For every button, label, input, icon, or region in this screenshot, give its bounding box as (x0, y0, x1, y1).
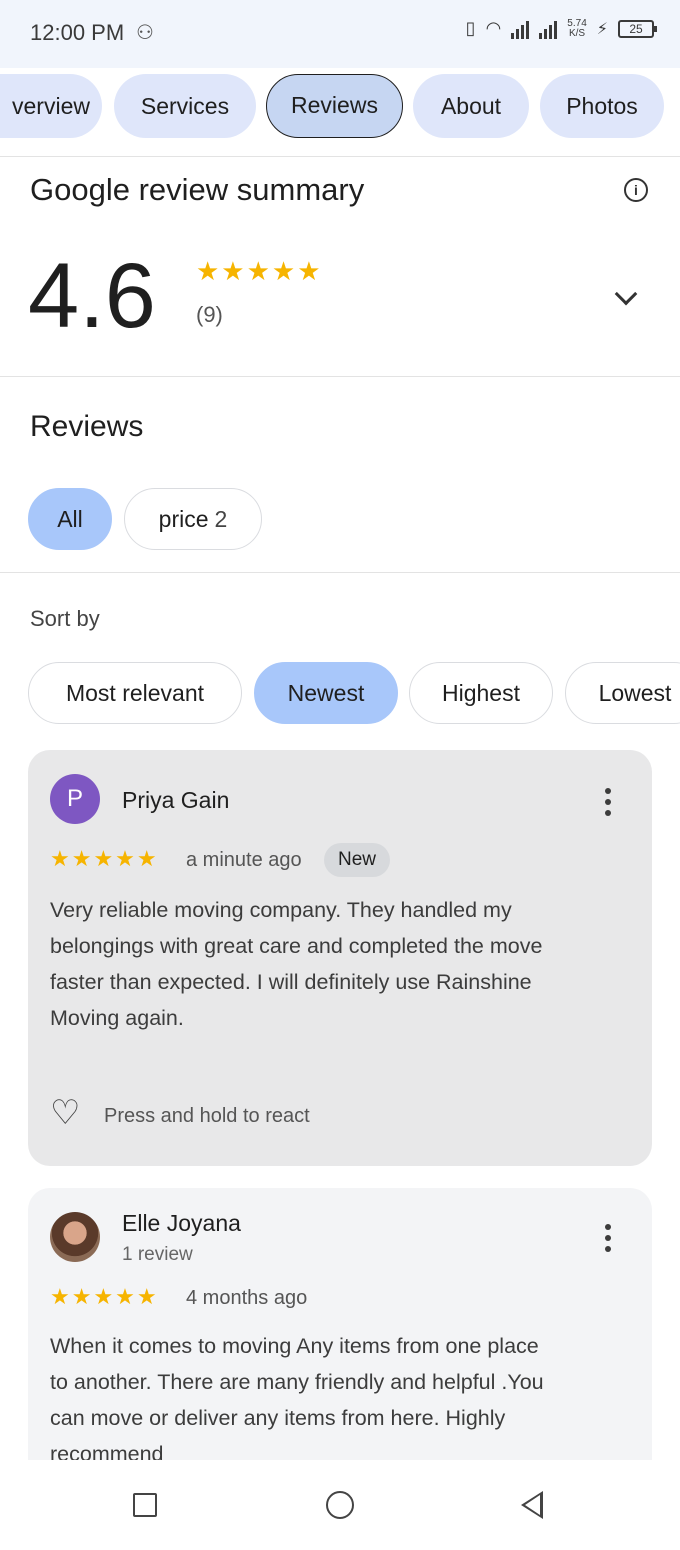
avatar[interactable]: P (50, 774, 100, 824)
status-icons: ▯ ◠ 5.74 K/S ⚡ 25 (465, 18, 657, 39)
status-time: 12:00 PM (30, 20, 125, 45)
recent-apps-icon[interactable] (133, 1493, 157, 1517)
status-bar: 12:00 PM ⚇ ▯ ◠ 5.74 K/S ⚡ 25 (0, 0, 680, 68)
divider (0, 572, 680, 573)
wifi-icon: ◠ (485, 18, 502, 38)
review-summary-title: Google review summary (30, 172, 365, 207)
sort-lowest[interactable]: Lowest (565, 662, 680, 724)
review-text-line: Moving again. (50, 1006, 184, 1030)
review-text-line: can move or deliver any items from here.… (50, 1406, 506, 1430)
tab-overview[interactable]: verview (0, 74, 102, 138)
filter-chip-price[interactable]: price 2 (124, 488, 262, 550)
tab-photos[interactable]: Photos (540, 74, 664, 138)
review-text-line: to another. There are many friendly and … (50, 1370, 544, 1394)
review-stars: ★★★★★ (50, 846, 159, 871)
system-navigation-bar (0, 1460, 680, 1550)
tab-overview-label: verview (12, 93, 90, 119)
review-text-line: faster than expected. I will definitely … (50, 970, 532, 994)
reviewer-name[interactable]: Elle Joyana (122, 1210, 241, 1237)
reviewer-review-count[interactable]: 1 review (122, 1244, 193, 1266)
review-count: (9) (196, 302, 223, 327)
signal-icon-1 (511, 19, 530, 39)
review-time: a minute ago (186, 849, 302, 871)
sort-highest[interactable]: Highest (409, 662, 553, 724)
sort-most-relevant[interactable]: Most relevant (28, 662, 242, 724)
sort-by-label: Sort by (30, 606, 100, 631)
vibrate-icon: ▯ (465, 18, 476, 38)
tab-services[interactable]: Services (114, 74, 256, 138)
new-badge: New (324, 843, 391, 877)
tab-reviews[interactable]: Reviews (266, 74, 403, 138)
battery-icon: 25 (618, 19, 657, 38)
review-text-line: Very reliable moving company. They handl… (50, 898, 512, 922)
home-icon[interactable] (326, 1491, 354, 1519)
review-time: 4 months ago (186, 1287, 308, 1309)
chevron-down-icon[interactable] (614, 282, 638, 306)
more-options-icon[interactable] (605, 1224, 611, 1257)
review-text[interactable]: When it comes to moving Any items from o… (50, 1328, 544, 1472)
review-card[interactable]: Elle Joyana 1 review ★★★★★ 4 months ago … (28, 1188, 652, 1478)
average-rating: 4.6 (28, 245, 156, 347)
summary-stars: ★★★★★ (196, 256, 323, 286)
back-icon[interactable] (521, 1491, 543, 1519)
review-card[interactable]: P Priya Gain ★★★★★ a minute ago New Very… (28, 750, 652, 1166)
sort-newest[interactable]: Newest (254, 662, 398, 724)
filter-chip-count: 2 (214, 506, 228, 532)
network-speed-unit: K/S (568, 27, 586, 39)
network-speed: 5.74 K/S (567, 18, 586, 39)
reviews-heading: Reviews (30, 410, 144, 443)
reviewer-name[interactable]: Priya Gain (122, 787, 229, 814)
review-text[interactable]: Very reliable moving company. They handl… (50, 892, 542, 1036)
tab-about[interactable]: About (413, 74, 529, 138)
review-text-line: belongings with great care and completed… (50, 934, 543, 958)
filter-chip-label: price (158, 506, 209, 532)
filter-chip-all[interactable]: All (28, 488, 112, 550)
avatar[interactable] (50, 1212, 100, 1262)
heart-icon[interactable]: ♡ (50, 1096, 80, 1130)
divider (0, 156, 680, 157)
review-stars: ★★★★★ (50, 1284, 159, 1309)
info-icon[interactable]: i (624, 178, 648, 202)
divider (0, 376, 680, 377)
react-hint: Press and hold to react (104, 1105, 310, 1127)
charging-icon: ⚡ (596, 20, 608, 38)
tab-bar: verview Services Reviews About Photos (0, 74, 680, 138)
review-text-line: When it comes to moving Any items from o… (50, 1334, 539, 1358)
signal-icon-2 (539, 19, 558, 39)
notification-icon: ⚇ (136, 22, 154, 44)
more-options-icon[interactable] (605, 788, 611, 821)
